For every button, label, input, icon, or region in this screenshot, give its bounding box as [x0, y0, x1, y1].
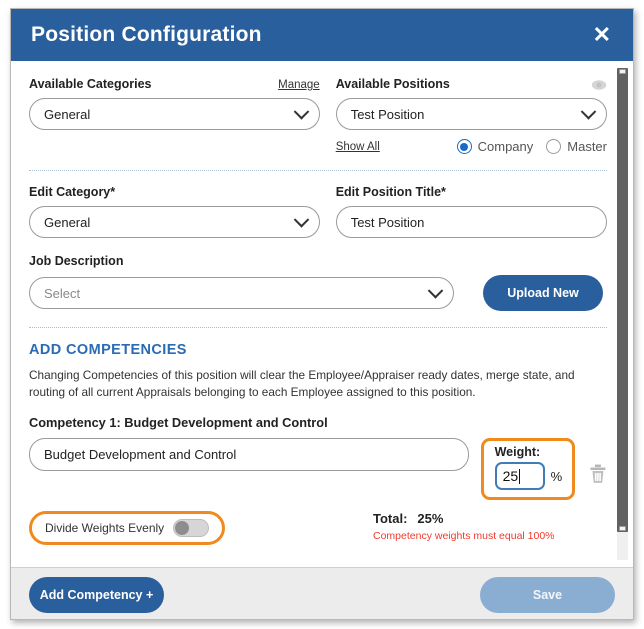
scrollbar-thumb-cap-bottom [619, 526, 626, 531]
dialog-footer: Add Competency + Save [11, 567, 633, 619]
eye-icon[interactable] [591, 79, 607, 91]
add-competencies-section: ADD COMPETENCIES Changing Competencies o… [29, 342, 607, 546]
scrollbar-thumb-cap-top [619, 69, 626, 74]
toggle-knob [175, 521, 190, 536]
top-fields-row: Available Categories Manage General Avai… [29, 77, 607, 154]
edit-position-title-value: Test Position [350, 214, 425, 230]
scrollbar-thumb[interactable] [617, 68, 628, 532]
available-categories-group: Available Categories Manage General [29, 77, 320, 154]
manage-link[interactable]: Manage [278, 79, 320, 91]
job-description-select[interactable]: Select [29, 277, 454, 309]
save-button[interactable]: Save [480, 576, 615, 613]
job-description-row: Select Upload New [29, 275, 607, 311]
upload-new-button[interactable]: Upload New [483, 275, 603, 311]
chevron-down-icon [580, 104, 597, 120]
radio-company[interactable]: Company [456, 139, 534, 154]
radio-company-label: Company [477, 139, 534, 154]
available-categories-label: Available Categories [29, 77, 152, 91]
divide-weights-evenly-label: Divide Weights Evenly [45, 521, 165, 536]
radio-master[interactable]: Master [546, 139, 607, 154]
divider [29, 327, 607, 328]
content-scrollbar[interactable] [617, 68, 628, 560]
weight-input[interactable]: 25 [494, 462, 545, 491]
percent-symbol: % [550, 468, 563, 484]
chevron-down-icon [293, 212, 309, 228]
edit-fields-row: Edit Category* General Edit Position Tit… [29, 185, 607, 238]
divide-weights-evenly-box: Divide Weights Evenly [29, 511, 226, 546]
dialog-title: Position Configuration [31, 23, 262, 46]
available-categories-value: General [44, 106, 91, 122]
weights-summary-row: Divide Weights Evenly Total: 25% Competen… [29, 511, 607, 546]
position-configuration-dialog: Position Configuration ✕ Available Categ… [10, 8, 634, 620]
available-positions-group: Available Positions Test Position Show A… [335, 77, 607, 154]
total-value: 25% [417, 511, 444, 527]
weights-error-message: Competency weights must equal 100% [373, 530, 555, 543]
competency-1-label: Competency 1: Budget Development and Con… [29, 415, 328, 431]
add-competencies-title: ADD COMPETENCIES [29, 342, 187, 358]
competency-1-input[interactable]: Budget Development and Control [29, 438, 469, 472]
edit-position-title-input[interactable]: Test Position [335, 206, 607, 238]
edit-category-value: General [44, 214, 91, 230]
edit-category-select[interactable]: General [29, 206, 320, 238]
radio-dot-icon [456, 139, 472, 154]
totals-group: Total: 25% Competency weights must equal … [373, 511, 607, 542]
close-icon[interactable]: ✕ [589, 22, 615, 48]
chevron-down-icon [427, 283, 444, 299]
dialog-body: Available Categories Manage General Avai… [11, 61, 633, 567]
text-caret [519, 468, 521, 484]
available-categories-label-line: Available Categories Manage [29, 77, 320, 91]
radio-master-label: Master [567, 139, 607, 154]
edit-position-title-label: Edit Position Title* [335, 185, 446, 199]
job-description-label: Job Description [29, 254, 124, 268]
total-label: Total: [373, 511, 408, 527]
position-scope-row: Show All Company Master [336, 139, 607, 154]
weight-value: 25 [502, 468, 519, 485]
add-competencies-description: Changing Competencies of this position w… [29, 368, 575, 400]
job-description-placeholder: Select [44, 285, 81, 301]
available-positions-select[interactable]: Test Position [335, 98, 607, 130]
job-description-group: Job Description Select Upload New [29, 254, 607, 311]
available-positions-label: Available Positions [335, 77, 450, 91]
divider [29, 170, 607, 171]
weight-input-row: 25 % [494, 462, 563, 491]
show-all-link[interactable]: Show All [336, 141, 380, 153]
trash-icon[interactable] [589, 464, 607, 484]
radio-dot-icon [546, 139, 562, 154]
total-line: Total: 25% [373, 511, 603, 526]
available-positions-label-line: Available Positions [336, 77, 607, 91]
available-positions-value: Test Position [350, 106, 425, 122]
edit-category-label: Edit Category* [29, 185, 116, 199]
weight-label: Weight: [494, 445, 541, 460]
weight-highlight-box: Weight: 25 % [480, 438, 576, 501]
available-categories-select[interactable]: General [29, 98, 320, 130]
competency-1-group: Competency 1: Budget Development and Con… [29, 415, 607, 501]
add-competency-button[interactable]: Add Competency + [29, 576, 164, 613]
competency-1-value: Budget Development and Control [44, 447, 237, 463]
dialog-titlebar: Position Configuration ✕ [11, 9, 633, 61]
edit-position-title-group: Edit Position Title* Test Position [335, 185, 607, 238]
divide-weights-evenly-toggle[interactable] [173, 519, 210, 538]
competency-1-row: Budget Development and Control Weight: 2… [29, 438, 607, 501]
position-scope-radios: Company Master [456, 139, 607, 154]
chevron-down-icon [293, 104, 309, 120]
edit-category-group: Edit Category* General [29, 185, 320, 238]
